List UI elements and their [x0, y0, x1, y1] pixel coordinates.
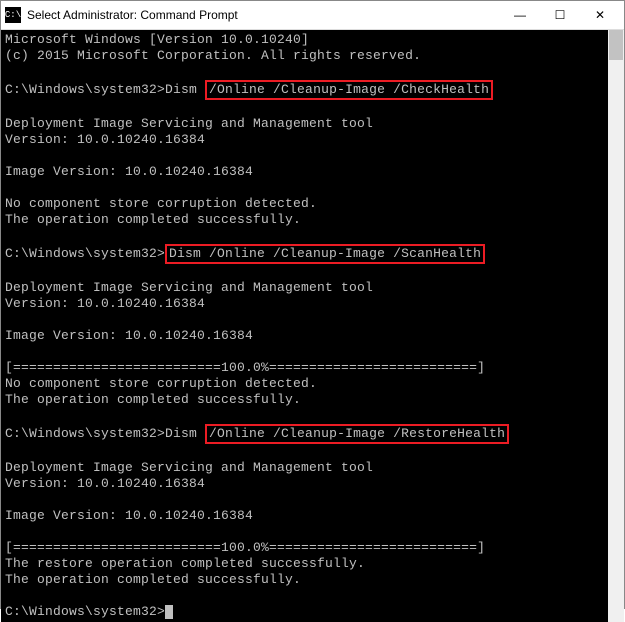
text-line: Image Version: 10.0.10240.16384 [5, 164, 253, 179]
text-line: No component store corruption detected. [5, 376, 317, 391]
text-line: Image Version: 10.0.10240.16384 [5, 508, 253, 523]
text-line: Deployment Image Servicing and Managemen… [5, 280, 373, 295]
text-line: Microsoft Windows [Version 10.0.10240] [5, 32, 309, 47]
progress-bar: [==========================100.0%=======… [5, 540, 485, 555]
text-line: Deployment Image Servicing and Managemen… [5, 460, 373, 475]
titlebar[interactable]: C:\ Select Administrator: Command Prompt… [1, 1, 624, 30]
text-line: The restore operation completed successf… [5, 556, 365, 571]
cmd-icon: C:\ [5, 7, 21, 23]
highlighted-command: /Online /Cleanup-Image /RestoreHealth [205, 424, 509, 444]
window-title: Select Administrator: Command Prompt [27, 8, 500, 22]
text-line: The operation completed successfully. [5, 212, 301, 227]
highlighted-command: /Online /Cleanup-Image /CheckHealth [205, 80, 493, 100]
text-line: The operation completed successfully. [5, 572, 301, 587]
prompt-path: C:\Windows\system32> [5, 426, 165, 441]
scrollbar-thumb[interactable] [609, 30, 623, 60]
console-area: Microsoft Windows [Version 10.0.10240] (… [1, 30, 624, 622]
text-line: The operation completed successfully. [5, 392, 301, 407]
text-line: Version: 10.0.10240.16384 [5, 132, 205, 147]
cmd-text: Dism [165, 82, 205, 97]
console-output[interactable]: Microsoft Windows [Version 10.0.10240] (… [1, 30, 608, 622]
text-line: No component store corruption detected. [5, 196, 317, 211]
progress-bar: [==========================100.0%=======… [5, 360, 485, 375]
command-prompt-window: C:\ Select Administrator: Command Prompt… [0, 0, 625, 609]
text-line: Version: 10.0.10240.16384 [5, 476, 205, 491]
close-button[interactable]: ✕ [580, 1, 620, 29]
text-line: Image Version: 10.0.10240.16384 [5, 328, 253, 343]
prompt-path: C:\Windows\system32> [5, 604, 165, 619]
maximize-button[interactable]: ☐ [540, 1, 580, 29]
prompt-path: C:\Windows\system32> [5, 82, 165, 97]
cursor [165, 605, 173, 619]
window-controls: — ☐ ✕ [500, 1, 620, 29]
text-line: (c) 2015 Microsoft Corporation. All righ… [5, 48, 421, 63]
minimize-button[interactable]: — [500, 1, 540, 29]
text-line: Version: 10.0.10240.16384 [5, 296, 205, 311]
prompt-path: C:\Windows\system32> [5, 246, 165, 261]
highlighted-command: Dism /Online /Cleanup-Image /ScanHealth [165, 244, 485, 264]
text-line: Deployment Image Servicing and Managemen… [5, 116, 373, 131]
cmd-text: Dism [165, 426, 205, 441]
scrollbar[interactable] [608, 30, 624, 622]
